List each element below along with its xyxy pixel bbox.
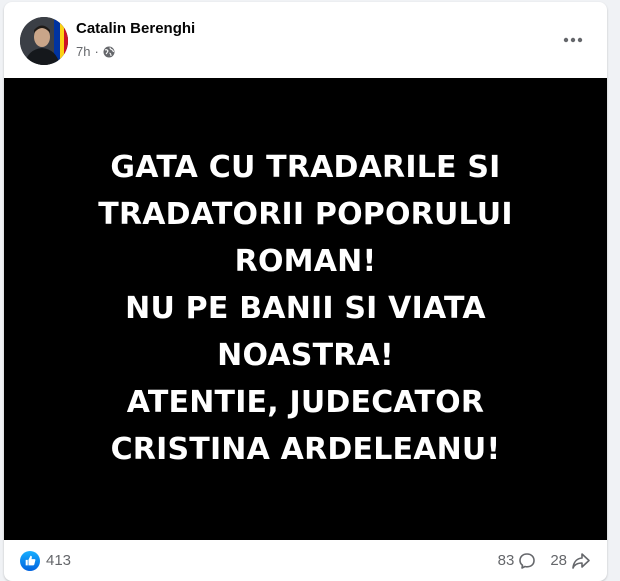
- image-text-line: NOASTRA!: [217, 337, 394, 373]
- image-text-line: ROMAN!: [234, 243, 377, 279]
- post-time[interactable]: 7h: [76, 44, 90, 59]
- engagement-stats: 83 28: [498, 552, 591, 570]
- post-footer: 413 83 28: [4, 540, 607, 581]
- post-image[interactable]: GATA CU TRADARILE SI TRADATORII POPORULU…: [4, 78, 607, 540]
- post-card: Catalin Berenghi 7h · GATA CU TRADARILE …: [4, 2, 607, 581]
- comments-stat[interactable]: 83: [498, 552, 537, 570]
- post-meta: 7h ·: [76, 44, 115, 59]
- image-text-line: NU PE BANII SI VIATA: [125, 290, 486, 326]
- reactions-summary[interactable]: 413: [20, 550, 72, 571]
- reactions-count: 413: [46, 552, 72, 569]
- post-image-text: GATA CU TRADARILE SI TRADATORII POPORULU…: [98, 144, 512, 473]
- comments-count: 83: [497, 552, 515, 569]
- image-text-line: GATA CU TRADARILE SI: [110, 149, 501, 185]
- share-icon: [571, 552, 591, 570]
- image-text-line: CRISTINA ARDELEANU!: [110, 431, 501, 467]
- shares-count: 28: [550, 552, 567, 569]
- like-icon: [20, 550, 40, 571]
- author-name[interactable]: Catalin Berenghi: [76, 20, 195, 37]
- meta-separator: ·: [94, 44, 99, 59]
- image-text-line: ATENTIE, JUDECATOR: [126, 384, 485, 420]
- shares-stat[interactable]: 28: [550, 552, 591, 570]
- globe-icon[interactable]: [103, 46, 115, 58]
- post-header: Catalin Berenghi 7h ·: [4, 2, 607, 78]
- author-avatar[interactable]: [20, 17, 68, 65]
- more-horizontal-icon: [563, 37, 583, 43]
- comment-icon: [518, 552, 536, 570]
- image-text-line: TRADATORII POPORULUI: [98, 196, 513, 232]
- more-options-button[interactable]: [555, 22, 591, 58]
